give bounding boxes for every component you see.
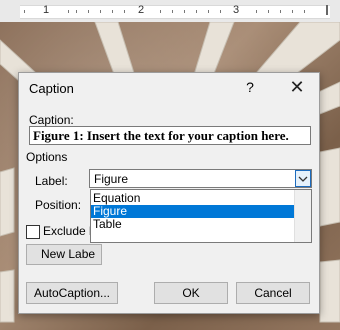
ok-button[interactable]: OK — [154, 282, 228, 304]
new-label-button[interactable]: New Labe — [26, 244, 102, 265]
chevron-down-icon[interactable] — [295, 170, 311, 187]
exclude-label-checkbox[interactable] — [26, 225, 40, 239]
ruler-tick — [256, 10, 257, 13]
options-group-label: Options — [26, 150, 68, 164]
caption-label: Caption: — [29, 113, 74, 127]
ruler-number: 2 — [138, 4, 145, 16]
ruler-tick — [88, 10, 89, 13]
label-select[interactable]: Figure — [89, 169, 312, 188]
ruler-tick — [208, 10, 209, 13]
dropdown-item-table[interactable]: Table — [91, 218, 296, 231]
ruler-tick — [196, 10, 197, 13]
help-icon[interactable]: ? — [240, 77, 260, 97]
label-dropdown-list[interactable]: Equation Figure Table — [90, 189, 312, 243]
ruler-tick — [112, 10, 113, 13]
ruler-tick — [100, 10, 101, 13]
ruler: 1 2 3 — [0, 0, 340, 23]
position-field-label: Position: — [35, 198, 82, 212]
ruler-tick — [24, 10, 25, 13]
ruler-number: 3 — [233, 4, 240, 16]
caption-dialog: Caption ? ✕ Caption: Figure 1: Insert th… — [18, 72, 320, 314]
ruler-number: 1 — [43, 4, 50, 16]
dialog-title: Caption — [29, 81, 74, 96]
ruler-tick — [76, 10, 77, 13]
ruler-tick — [304, 10, 305, 13]
ruler-tick — [220, 10, 221, 13]
ruler-tick — [280, 10, 281, 13]
label-field-label: Label: — [35, 174, 68, 188]
label-select-value: Figure — [94, 172, 129, 186]
autocaption-button[interactable]: AutoCaption... — [26, 282, 118, 304]
caption-text-input[interactable]: Figure 1: Insert the text for your capti… — [29, 126, 311, 145]
ruler-tick — [160, 10, 161, 13]
dialog-titlebar[interactable]: Caption ? ✕ — [19, 73, 319, 101]
ruler-tick — [124, 10, 125, 13]
ruler-strip — [20, 5, 330, 19]
cancel-button[interactable]: Cancel — [236, 282, 310, 304]
ruler-tick — [172, 10, 173, 13]
ruler-tick — [268, 10, 269, 13]
ruler-tick — [68, 10, 69, 13]
exclude-label-text: Exclude l — [43, 224, 92, 238]
ruler-right-indent-marker[interactable] — [326, 5, 334, 15]
ruler-tick — [184, 10, 185, 13]
close-icon[interactable]: ✕ — [287, 77, 307, 97]
ruler-tick — [292, 10, 293, 13]
dropdown-scrollbar[interactable] — [294, 190, 311, 242]
